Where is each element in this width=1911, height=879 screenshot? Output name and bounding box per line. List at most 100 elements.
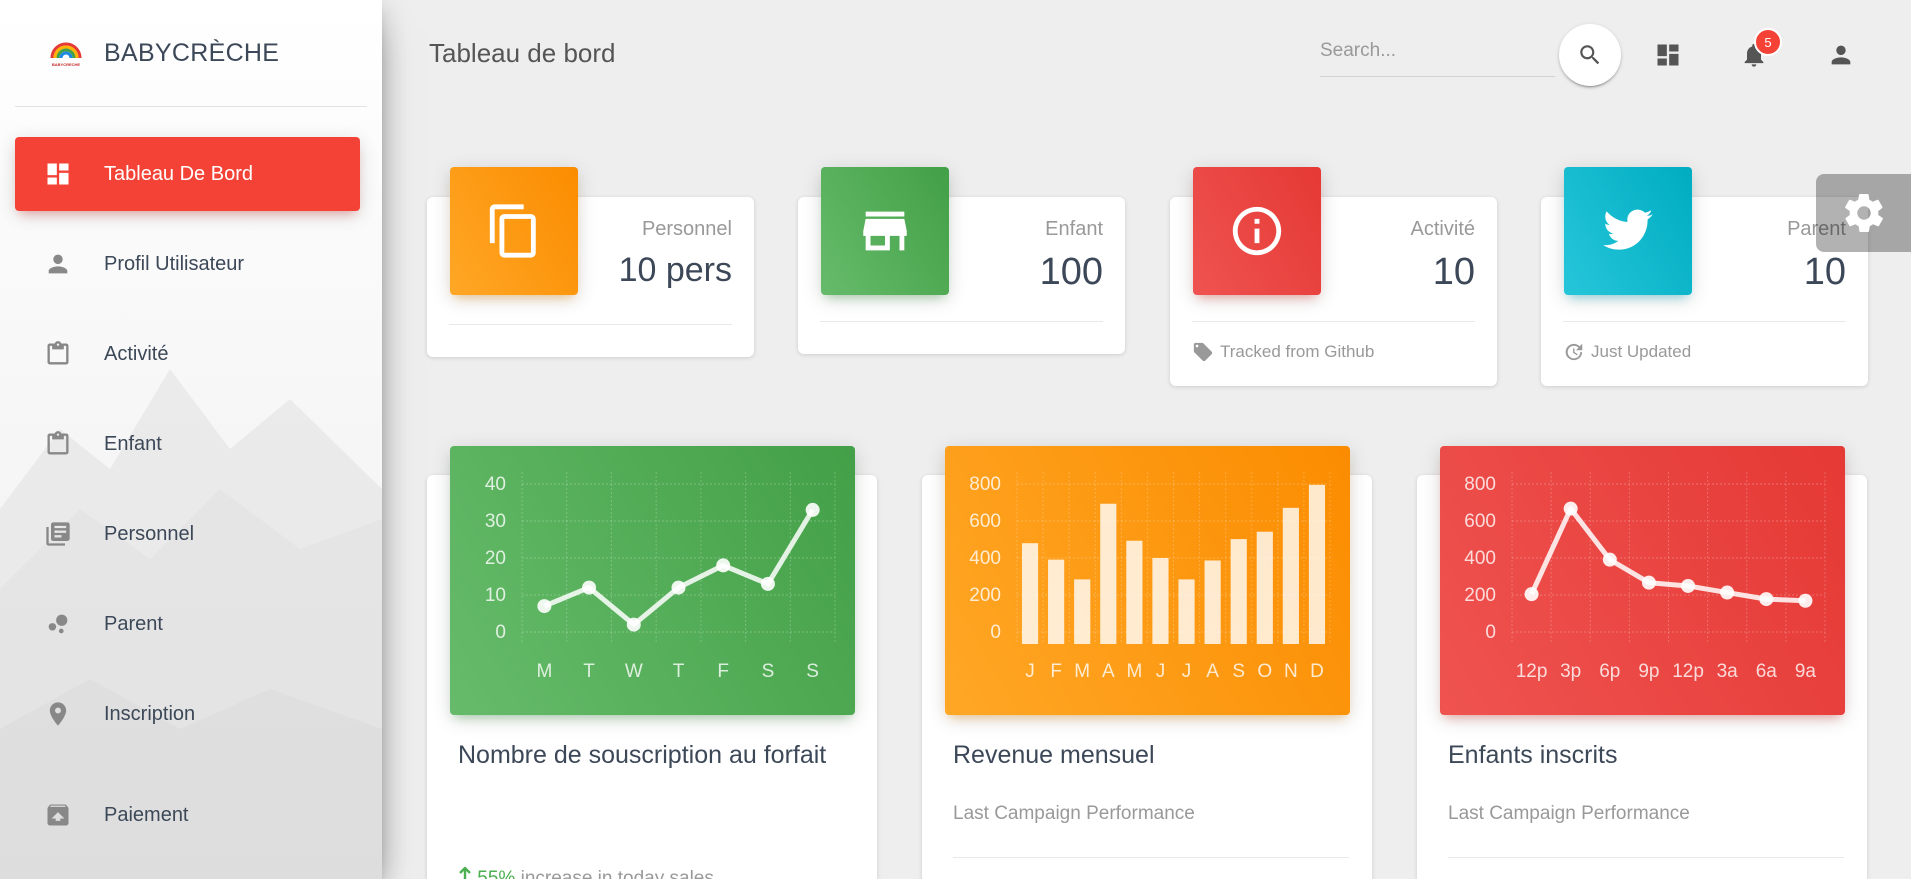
brand-logo: BABYCRECHE [48, 39, 84, 67]
gear-icon [1844, 194, 1883, 232]
y-tick-label: 400 [969, 548, 1001, 569]
info-icon [1232, 206, 1282, 256]
bar[interactable] [1100, 503, 1117, 644]
x-tick-label: A [1206, 661, 1219, 682]
chart-header: 800 600 400 200 0 J F M A M J J A S O N D [945, 446, 1350, 715]
y-tick-label: 0 [990, 622, 1001, 643]
data-point[interactable] [760, 576, 775, 591]
data-point[interactable] [1602, 552, 1617, 567]
bar[interactable] [1021, 543, 1039, 644]
x-tick-label: M [536, 661, 552, 682]
x-tick-label: J [1182, 661, 1192, 682]
chart-title: Enfants inscrits [1448, 741, 1618, 769]
stat-value: 10 [1432, 251, 1475, 293]
sidebar-item-paiement[interactable]: Paiement [15, 778, 360, 852]
y-tick-label: 400 [1464, 548, 1496, 569]
person-icon [1831, 45, 1851, 65]
line-chart: 800 600 400 200 0 12p 3p 6p 9p 12p 3a 6a 9a [1464, 472, 1826, 682]
chart-header: 800 600 400 200 0 12p 3p 6p 9p 12p 3a 6a 9a [1440, 446, 1845, 715]
bar[interactable] [1204, 560, 1221, 644]
data-point[interactable] [1681, 578, 1696, 593]
chart-subtitle: Last Campaign Performance [953, 803, 1195, 824]
x-tick-label: W [625, 661, 643, 682]
bar[interactable] [1308, 484, 1326, 644]
stat-category: Enfant [1045, 218, 1103, 240]
data-point[interactable] [1759, 592, 1774, 607]
data-point[interactable] [1524, 587, 1539, 602]
y-tick-label: 30 [485, 511, 506, 532]
search-input[interactable] [1320, 32, 1555, 70]
data-point[interactable] [626, 617, 641, 632]
bar[interactable] [1048, 559, 1065, 644]
data-point[interactable] [1563, 501, 1578, 516]
x-tick-label: 9p [1638, 661, 1659, 682]
x-tick-label: F [1050, 661, 1062, 682]
library-books-icon [43, 519, 73, 549]
x-tick-label: T [583, 661, 595, 682]
person-icon [43, 249, 73, 279]
notification-badge: 5 [1754, 28, 1782, 56]
brand[interactable]: BABYCRECHE BABYCRÈCHE [15, 0, 367, 107]
bar[interactable] [1282, 507, 1299, 644]
search-icon [1580, 45, 1600, 65]
settings-button[interactable] [1816, 174, 1911, 252]
y-tick-label: 800 [969, 474, 1001, 495]
x-tick-label: 6a [1756, 661, 1778, 682]
y-tick-label: 0 [495, 622, 506, 643]
sidebar-item-personnel[interactable]: Personnel [15, 497, 360, 571]
clipboard-icon [43, 429, 73, 459]
series-line [543, 508, 815, 628]
sidebar-item-label: Personnel [104, 522, 195, 545]
data-point[interactable] [1798, 593, 1813, 608]
y-tick-label: 600 [969, 511, 1001, 532]
data-point[interactable] [1720, 585, 1735, 600]
chart-card-revenue: 800 600 400 200 0 J F M A M J J A S O N D Revenue mensue… [922, 446, 1372, 879]
bar[interactable] [1256, 531, 1273, 644]
sidebar-item-enfant[interactable]: Enfant [15, 407, 360, 481]
stat-footer [449, 324, 732, 325]
data-point[interactable] [671, 580, 686, 595]
sidebar-item-inscription[interactable]: Inscription [15, 677, 360, 751]
bar[interactable] [1126, 540, 1143, 644]
stat-footer-text: Just Updated [1591, 341, 1692, 361]
sidebar-item-label: Enfant [104, 432, 162, 455]
chart-subtitle: 55% increase in today sales. [458, 866, 719, 879]
bar[interactable] [1178, 579, 1195, 644]
sidebar-item-label: Profil Utilisateur [104, 252, 245, 275]
sidebar-item-label: Inscription [104, 702, 196, 725]
bar[interactable] [1152, 558, 1169, 644]
stat-card-enfant: Enfant 100 [798, 167, 1125, 354]
dashboard-toggle-button[interactable] [1650, 37, 1686, 73]
sidebar-item-parent[interactable]: Parent [15, 587, 360, 661]
y-tick-label: 40 [485, 474, 506, 495]
bar[interactable] [1230, 539, 1247, 644]
data-point[interactable] [1641, 575, 1656, 590]
chart-card-souscription: 40 30 20 10 0 M T W T F S S Nombre de souscription … [427, 446, 877, 879]
brand-name: BABYCRÈCHE [104, 38, 280, 67]
user-menu-button[interactable] [1823, 37, 1859, 73]
unarchive-icon [43, 800, 73, 830]
search-button[interactable] [1559, 24, 1621, 86]
sidebar-item-activite[interactable]: Activité [15, 317, 360, 391]
x-tick-label: 6p [1599, 661, 1620, 682]
y-tick-label: 20 [485, 548, 506, 569]
bar[interactable] [1074, 579, 1091, 644]
data-point[interactable] [716, 558, 731, 573]
sidebar-item-profil-utilisateur[interactable]: Profil Utilisateur [15, 227, 360, 301]
brand-logo-text: BABYCRECHE [51, 61, 81, 67]
page-title[interactable]: Tableau de bord [429, 38, 615, 69]
data-point[interactable] [537, 599, 552, 614]
x-tick-label: S [762, 661, 775, 682]
sidebar-item-tableau-de-bord[interactable]: Tableau De Bord [15, 137, 360, 211]
stat-category: Activité [1410, 218, 1475, 240]
tag-icon [1192, 341, 1214, 363]
sidebar-item-label: Parent [104, 612, 163, 635]
data-point[interactable] [805, 502, 820, 517]
sidebar: BABYCRECHE BABYCRÈCHE Tableau De Bord Pr… [0, 0, 382, 879]
data-point[interactable] [582, 580, 597, 595]
sidebar-item-label: Paiement [104, 803, 189, 826]
x-tick-label: 12p [1516, 661, 1548, 682]
stat-card-personnel: Personnel 10 pers [427, 167, 754, 357]
line-chart: 40 30 20 10 0 M T W T F S S [485, 472, 836, 682]
bar-chart: 8006004002000J F M A M J J A S O N D [969, 472, 1331, 682]
